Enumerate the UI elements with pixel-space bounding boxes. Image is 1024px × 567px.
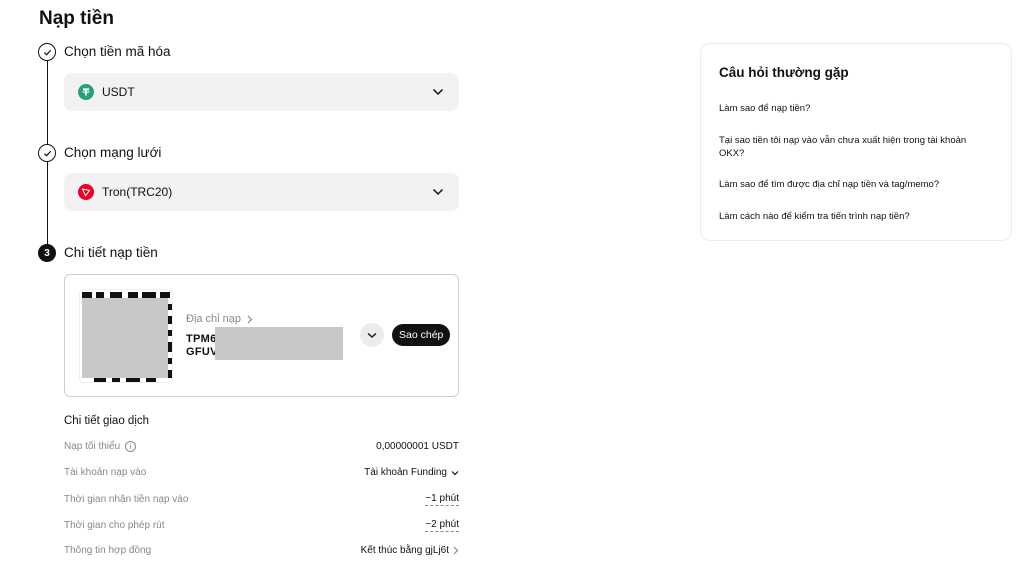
detail-value[interactable]: ~1 phút (425, 493, 459, 506)
tron-icon (78, 184, 94, 200)
deposit-address-label[interactable]: Địa chỉ nạp (186, 313, 253, 325)
chevron-down-icon (431, 85, 445, 99)
detail-row-deposit-account: Tài khoản nạp vào Tài khoản Funding (64, 467, 459, 478)
deposit-account-dropdown[interactable]: Tài khoản Funding (364, 467, 459, 478)
deposit-address-card: Địa chỉ nạp TPM6 GFUV Sao chép (64, 274, 459, 397)
tether-icon (78, 84, 94, 100)
step-2-label: Chọn mạng lưới (64, 145, 162, 160)
step-3-number: 3 (38, 244, 56, 262)
deposit-address-line-2: GFUV (186, 346, 218, 358)
network-select[interactable]: Tron(TRC20) (64, 173, 459, 211)
detail-row-contract-info: Thông tin hợp đồng Kết thúc bằng gjLj6t (64, 545, 459, 556)
faq-item[interactable]: Làm cách nào để kiểm tra tiến trình nạp … (719, 210, 989, 223)
coin-select[interactable]: USDT (64, 73, 459, 111)
expand-address-button[interactable] (360, 323, 384, 347)
copy-address-button[interactable]: Sao chép (392, 324, 451, 346)
transaction-details-title: Chi tiết giao dịch (64, 415, 150, 427)
network-select-value: Tron(TRC20) (102, 185, 173, 199)
detail-value: Kết thúc bằng gjLj6t (360, 545, 449, 556)
step-1-label: Chọn tiền mã hóa (64, 44, 171, 59)
detail-row-withdraw-time: Thời gian cho phép rút ~2 phút (64, 519, 459, 532)
chevron-down-icon (367, 332, 377, 338)
qr-redaction (82, 298, 168, 378)
qr-code (79, 289, 173, 383)
step-3-label: Chi tiết nạp tiền (64, 245, 158, 260)
detail-value: 0,00000001 USDT (376, 441, 459, 452)
step-2-check-icon (38, 144, 56, 162)
detail-value[interactable]: ~2 phút (425, 519, 459, 532)
detail-label: Thời gian nhận tiền nạp vào (64, 494, 189, 505)
detail-label: Nạp tối thiểu (64, 441, 121, 452)
info-icon[interactable]: i (125, 441, 137, 452)
faq-item[interactable]: Tại sao tiền tôi nạp vào vẫn chưa xuất h… (719, 134, 989, 160)
page-title: Nạp tiền (39, 8, 114, 29)
address-redaction (215, 327, 343, 360)
coin-select-value: USDT (102, 85, 135, 99)
detail-label: Thời gian cho phép rút (64, 520, 165, 531)
chevron-right-icon (453, 546, 459, 555)
faq-title: Câu hỏi thường gặp (719, 65, 849, 80)
deposit-address-label-text: Địa chỉ nạp (186, 313, 242, 325)
chevron-down-icon (431, 185, 445, 199)
deposit-address-line-1: TPM6 (186, 333, 217, 345)
detail-row-min-deposit: Nạp tối thiểu i 0,00000001 USDT (64, 441, 459, 452)
chevron-down-icon (451, 470, 459, 475)
detail-value: Tài khoản Funding (364, 467, 447, 478)
chevron-right-icon (247, 315, 253, 323)
contract-info-link[interactable]: Kết thúc bằng gjLj6t (361, 545, 459, 556)
detail-row-receive-time: Thời gian nhận tiền nạp vào ~1 phút (64, 493, 459, 506)
faq-item[interactable]: Làm sao để nạp tiền? (719, 102, 989, 115)
detail-label: Tài khoản nạp vào (64, 467, 147, 478)
detail-label: Thông tin hợp đồng (64, 545, 152, 556)
faq-card: Câu hỏi thường gặp Làm sao để nạp tiền? … (700, 43, 1012, 241)
step-1-check-icon (38, 43, 56, 61)
faq-item[interactable]: Làm sao để tìm được địa chỉ nạp tiền và … (719, 178, 989, 191)
